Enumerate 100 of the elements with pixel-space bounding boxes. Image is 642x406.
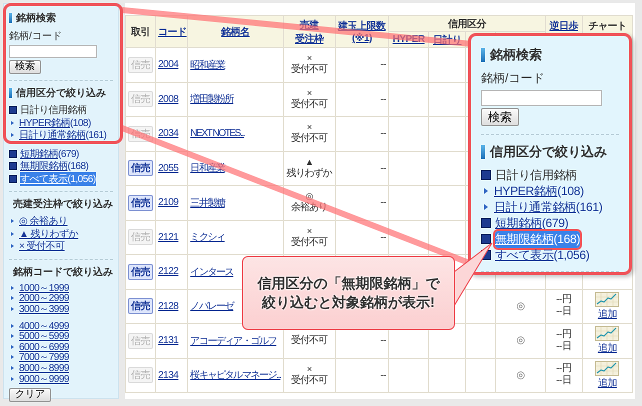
- search-field[interactable]: [481, 90, 602, 106]
- sort-link[interactable]: 売建: [286, 18, 333, 32]
- chart-icon[interactable]: [595, 292, 620, 307]
- table-cell: --: [380, 59, 386, 70]
- filter-link[interactable]: 日計り通常銘柄(161): [19, 128, 106, 142]
- bullet-icon: [11, 355, 14, 360]
- filter-link[interactable]: 無期限銘柄(168): [20, 159, 88, 174]
- play-square-icon: [9, 106, 17, 114]
- bullet-icon: [11, 334, 14, 338]
- search-button[interactable]: 検索: [481, 108, 519, 126]
- section-title: 銘柄検索: [490, 46, 542, 64]
- bullet-icon: [11, 232, 14, 236]
- sell-button[interactable]: 信売: [128, 264, 153, 280]
- bullet-icon: [11, 306, 14, 311]
- sort-link[interactable]: 受注枠: [286, 32, 333, 46]
- table-cell-text: --日: [555, 306, 572, 318]
- chart-icon[interactable]: [595, 360, 620, 376]
- column-header: 信用区分: [446, 18, 488, 30]
- stock-name-link[interactable]: NEXT NOTES...: [190, 128, 244, 140]
- filter-link[interactable]: 短期銘柄(679): [20, 146, 79, 161]
- filter-link[interactable]: 短期銘柄(679): [495, 214, 568, 232]
- field-label: 銘柄/コード: [9, 30, 63, 43]
- play-square-icon: [9, 162, 17, 170]
- table-cell: --: [380, 128, 386, 140]
- bar-icon: [481, 48, 485, 62]
- bullet-icon: [11, 286, 14, 290]
- table-cell: --: [380, 162, 386, 174]
- sell-button[interactable]: 信売: [128, 298, 153, 314]
- status-mark: ▲: [304, 156, 314, 168]
- section-title: 銘柄コードで絞り込み: [13, 265, 113, 278]
- sort-link[interactable]: (※1): [338, 33, 386, 44]
- status-mark: ◎: [516, 370, 525, 381]
- bullet-icon: [484, 204, 488, 210]
- bullet-icon: [11, 376, 14, 381]
- stock-name-link[interactable]: インタース: [190, 266, 234, 278]
- bar-icon: [9, 13, 12, 23]
- column-header: チャート: [587, 20, 628, 33]
- sell-button[interactable]: 信売: [128, 194, 153, 211]
- status-mark: ×: [306, 53, 313, 64]
- filter-link[interactable]: HYPER銘柄(108): [494, 182, 584, 200]
- add-link[interactable]: 追加: [598, 378, 617, 389]
- stock-name-link[interactable]: ミクシィ: [190, 232, 225, 244]
- bullet-icon: [11, 366, 14, 370]
- play-square-icon: [9, 174, 17, 183]
- stock-name-link[interactable]: ノバレーゼ: [190, 301, 234, 312]
- sell-button[interactable]: 信売: [128, 160, 153, 176]
- bullet-icon: [11, 244, 14, 248]
- bullet-icon: [11, 219, 14, 224]
- bullet-icon: [11, 344, 14, 349]
- table-cell: --: [380, 232, 386, 243]
- filter-link[interactable]: HYPER銘柄(108): [19, 116, 91, 130]
- section-title: 信用区分で絞り込み: [16, 86, 106, 100]
- section-title: 売建受注枠で絞り込み: [13, 197, 113, 211]
- stock-name-link[interactable]: 増田製粉所: [190, 94, 234, 106]
- filter-link[interactable]: ◎ 余裕あり: [19, 214, 68, 228]
- sort-link[interactable]: 建玉上限数: [338, 19, 386, 33]
- bar-icon: [9, 88, 12, 98]
- play-square-icon: [481, 218, 491, 228]
- status-text: 受付不可: [290, 133, 329, 146]
- column-header: 取引: [130, 26, 152, 38]
- filter-group-label: 日計り信用銘柄: [20, 104, 86, 118]
- search-button[interactable]: 検索: [9, 60, 41, 74]
- filter-link[interactable]: 無期限銘柄(168): [495, 230, 580, 248]
- status-text: 受付不可: [290, 334, 329, 347]
- status-mark: ◎: [304, 191, 314, 202]
- stock-name-link[interactable]: 三井製糖: [190, 198, 225, 209]
- status-mark: ◎: [516, 300, 525, 312]
- bullet-icon: [484, 188, 488, 194]
- section-title: 信用区分で絞り込み: [490, 143, 607, 161]
- table-cell-text: --日: [555, 340, 572, 353]
- filter-link[interactable]: ▲ 残りわずか: [19, 226, 78, 241]
- play-square-icon: [9, 150, 17, 158]
- status-text: 受付不可: [290, 64, 329, 76]
- stock-name-link[interactable]: 日和産業: [190, 163, 225, 174]
- stock-name-link[interactable]: 昭和産業: [190, 60, 225, 71]
- callout: 信用区分の「無期限銘柄」で 絞り込むと対象銘柄が表示!: [242, 256, 455, 330]
- search-field[interactable]: [9, 45, 97, 58]
- add-link[interactable]: 追加: [598, 343, 617, 354]
- filter-link[interactable]: すべて表示(1,056): [495, 246, 590, 264]
- status-text: 余裕あり: [290, 202, 328, 214]
- chart-icon[interactable]: [595, 326, 620, 342]
- add-link[interactable]: 追加: [598, 308, 617, 320]
- filter-link[interactable]: 日計り通常銘柄(161): [494, 198, 602, 216]
- status-text: 受付不可: [290, 98, 329, 111]
- status-text: 残りわずか: [286, 168, 333, 180]
- status-text: 受付不可: [290, 374, 329, 387]
- status-mark: ◎: [516, 335, 525, 346]
- bar-icon: [481, 145, 485, 159]
- table-cell-text: --円: [555, 328, 572, 341]
- filter-link[interactable]: × 受付不可: [19, 239, 65, 254]
- clear-button[interactable]: クリア: [9, 388, 51, 402]
- bullet-icon: [11, 120, 14, 125]
- field-label: 銘柄/コード: [481, 70, 546, 87]
- bullet-icon: [11, 133, 14, 138]
- filter-link[interactable]: すべて表示(1,056): [20, 172, 96, 186]
- table-cell: --: [380, 197, 386, 208]
- status-mark: ×: [306, 226, 313, 237]
- play-square-icon: [481, 234, 491, 244]
- status-mark: ×: [306, 88, 313, 99]
- table-cell-text: --円: [555, 363, 572, 375]
